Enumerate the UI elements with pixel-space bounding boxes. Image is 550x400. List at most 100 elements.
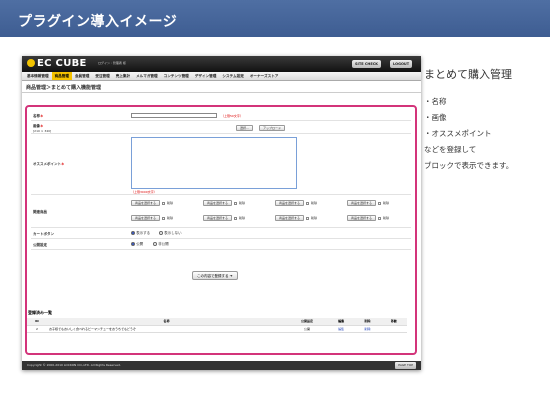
delete-label: 削除	[383, 201, 390, 205]
form-row-related: 関連商品 商品を選択する 削除 商品を選択する 削除 商品を選択する 削除 商品を選択…	[31, 196, 411, 228]
select-product-button[interactable]: 商品を選択する	[275, 200, 305, 206]
radio-icon[interactable]	[153, 242, 157, 246]
publish-on-option[interactable]: 公開	[131, 242, 143, 247]
login-status: ログイン : 管理者 様	[98, 61, 126, 65]
save-button[interactable]: この内容で登録する ➔	[192, 271, 238, 280]
image-size-note: [210 × 340]	[33, 129, 52, 133]
row-status: 公開	[285, 325, 329, 333]
related-slot: 商品を選択する 削除	[203, 215, 245, 221]
main-menu: 基本情報管理 商品管理 会員管理 受注管理 売上集計 メルマガ管理 コンテンツ管…	[22, 72, 421, 81]
page-top-button[interactable]: PAGE TOP	[395, 362, 416, 369]
form-row-publish: 公開設定 公開 非公開	[31, 240, 411, 250]
publish-label: 公開設定	[33, 243, 47, 247]
recommend-textarea[interactable]	[131, 137, 297, 189]
name-label-text: 名称	[33, 114, 40, 118]
menu-item[interactable]: メルマガ管理	[133, 72, 161, 80]
delete-link[interactable]: 削除	[354, 325, 381, 333]
recommend-label: オススメポイント＊	[33, 162, 65, 167]
delete-checkbox[interactable]	[234, 201, 238, 205]
breadcrumb: 商品管理＞まとめて購入機能管理	[22, 81, 421, 93]
row-move[interactable]	[380, 325, 407, 333]
name-input[interactable]	[131, 113, 217, 118]
related-slot: 商品を選択する 削除	[347, 215, 389, 221]
row-name: お子様でもおいしく食べれるピーマンチューをおうちでもどうぞ	[46, 325, 286, 333]
delete-label: 削除	[167, 216, 174, 220]
recommend-limit-note: （上限3000文字）	[131, 190, 157, 194]
list-title: 登録済み一覧	[28, 310, 52, 315]
delete-label: 削除	[239, 201, 246, 205]
ec-cube-logo: EC CUBE	[27, 58, 87, 69]
required-mark: ＊	[40, 124, 44, 128]
column-header: ID	[27, 318, 47, 326]
menu-item[interactable]: コンテンツ管理	[161, 72, 192, 80]
logo-icon	[27, 59, 35, 67]
table-header-row: ID 名称 公開設定 編集 削除 移動	[27, 318, 407, 326]
cart-hide-option[interactable]: 表示しない	[159, 231, 182, 236]
select-product-button[interactable]: 商品を選択する	[203, 215, 233, 221]
cart-hide-label: 表示しない	[164, 231, 182, 235]
menu-item[interactable]: デザイン管理	[192, 72, 220, 80]
publish-off-option[interactable]: 非公開	[153, 242, 169, 247]
cart-show-option[interactable]: 表示する	[131, 231, 150, 236]
radio-icon[interactable]	[131, 231, 135, 235]
edit-link[interactable]: 編集	[328, 325, 355, 333]
radio-icon[interactable]	[131, 242, 135, 246]
menu-item[interactable]: オーナーズストア	[247, 72, 282, 80]
name-label: 名称＊	[33, 114, 44, 119]
select-product-button[interactable]: 商品を選択する	[131, 215, 161, 221]
column-header: 削除	[354, 318, 381, 326]
menu-item[interactable]: 売上集計	[113, 72, 133, 80]
menu-item[interactable]: 受注管理	[92, 72, 112, 80]
feature-title: まとめて購入管理	[424, 68, 512, 81]
column-header: 編集	[328, 318, 355, 326]
required-mark: ＊	[61, 162, 65, 166]
column-header: 名称	[46, 318, 286, 326]
delete-checkbox[interactable]	[306, 216, 310, 220]
admin-footer: Copyright © 2000-2010 LOCKON CO.,LTD. Al…	[22, 361, 421, 370]
browse-button[interactable]: 選択...	[236, 125, 253, 131]
select-product-button[interactable]: 商品を選択する	[347, 200, 377, 206]
form-row-image: 画像＊ [210 × 340] 選択... アップロード	[31, 122, 411, 134]
select-product-button[interactable]: 商品を選択する	[131, 200, 161, 206]
admin-screenshot: EC CUBE ログイン : 管理者 様 SITE CHECK LOGOUT 基…	[22, 56, 421, 370]
delete-checkbox[interactable]	[378, 216, 382, 220]
required-mark: ＊	[40, 114, 44, 118]
name-limit-note: （上限50文字）	[221, 114, 243, 118]
admin-topbar: EC CUBE ログイン : 管理者 様 SITE CHECK LOGOUT	[22, 56, 421, 72]
cart-label: カートボタン	[33, 232, 54, 236]
column-header: 公開設定	[285, 318, 329, 326]
select-product-button[interactable]: 商品を選択する	[347, 215, 377, 221]
feature-text: ブロックで表示できます。	[424, 161, 514, 170]
form-row-recommend: オススメポイント＊ （上限3000文字）	[31, 135, 411, 195]
menu-item[interactable]: 基本情報管理	[24, 72, 52, 80]
delete-checkbox[interactable]	[162, 201, 166, 205]
feature-item: ・オススメポイント	[424, 129, 492, 138]
related-slot: 商品を選択する 削除	[347, 200, 389, 206]
related-label: 関連商品	[33, 210, 47, 214]
delete-label: 削除	[311, 216, 318, 220]
menu-item[interactable]: 会員管理	[72, 72, 92, 80]
site-check-button[interactable]: SITE CHECK	[352, 60, 381, 68]
delete-label: 削除	[239, 216, 246, 220]
publish-on-label: 公開	[136, 242, 144, 246]
delete-checkbox[interactable]	[378, 201, 382, 205]
save-button-label: この内容で登録する	[197, 274, 229, 278]
select-product-button[interactable]: 商品を選択する	[203, 200, 233, 206]
delete-checkbox[interactable]	[234, 216, 238, 220]
logout-button[interactable]: LOGOUT	[390, 60, 413, 68]
delete-checkbox[interactable]	[162, 216, 166, 220]
radio-icon[interactable]	[159, 231, 163, 235]
delete-checkbox[interactable]	[306, 201, 310, 205]
column-header: 移動	[380, 318, 407, 326]
feature-text: などを登録して	[424, 145, 477, 154]
upload-button[interactable]: アップロード	[259, 125, 286, 131]
form-row-cart: カートボタン 表示する 表示しない	[31, 229, 411, 239]
select-product-button[interactable]: 商品を選択する	[275, 215, 305, 221]
image-label-text: 画像	[33, 124, 40, 128]
menu-item[interactable]: システム設定	[219, 72, 246, 80]
recommend-label-text: オススメポイント	[33, 162, 61, 166]
copyright-text: Copyright © 2000-2010 LOCKON CO.,LTD. Al…	[27, 363, 121, 367]
related-slot: 商品を選択する 削除	[275, 215, 317, 221]
menu-item-active[interactable]: 商品管理	[51, 72, 72, 80]
table-row: 2 お子様でもおいしく食べれるピーマンチューをおうちでもどうぞ 公開 編集 削除	[27, 325, 407, 333]
